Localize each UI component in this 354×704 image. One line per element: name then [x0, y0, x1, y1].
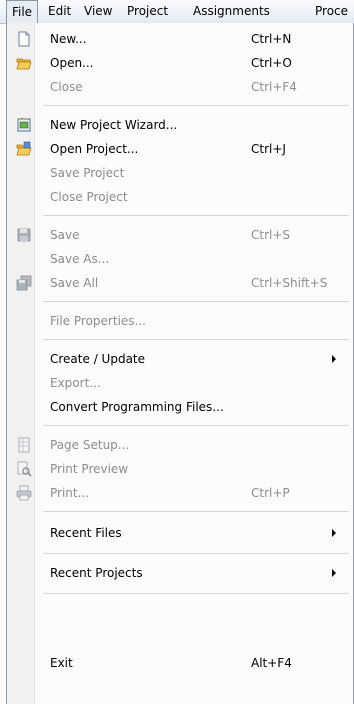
- menu-separator: [43, 215, 349, 216]
- menu-item-label: Save Project: [50, 166, 125, 180]
- menu-item-label: New Project Wizard...: [50, 118, 178, 132]
- new-document-icon: [18, 31, 30, 47]
- menu-item-label: Print...: [50, 486, 90, 500]
- menu-item-shortcut: Ctrl+F4: [251, 80, 297, 94]
- menu-project[interactable]: Project: [127, 0, 168, 23]
- menu-item-create-update[interactable]: Create / Update: [7, 347, 353, 371]
- menu-item-label: File Properties...: [50, 314, 146, 328]
- menu-item-label: Convert Programming Files...: [50, 400, 224, 414]
- submenu-arrow-icon: [332, 529, 336, 537]
- save-all-icon: [16, 275, 32, 291]
- menu-separator: [43, 553, 349, 554]
- menu-item-shortcut: Ctrl+P: [251, 486, 290, 500]
- submenu-arrow-icon: [332, 569, 336, 577]
- menu-item-label: Page Setup...: [50, 438, 130, 452]
- menu-item-label: Export...: [50, 376, 101, 390]
- menu-item-save-as[interactable]: Save As...: [7, 247, 353, 271]
- menu-item-export[interactable]: Export...: [7, 371, 353, 395]
- menu-item-save-project[interactable]: Save Project: [7, 161, 353, 185]
- menu-item-close-project[interactable]: Close Project: [7, 185, 353, 209]
- menu-processing[interactable]: Proce: [315, 0, 348, 23]
- menu-item-shortcut: Ctrl+O: [251, 56, 292, 70]
- menu-item-convert-programming-files[interactable]: Convert Programming Files...: [7, 395, 353, 419]
- menu-item-label: Save: [50, 228, 80, 242]
- menu-item-label: Open Project...: [50, 142, 139, 156]
- menu-item-open-project[interactable]: Open Project... Ctrl+J: [7, 137, 353, 161]
- menu-item-new-project-wizard[interactable]: New Project Wizard...: [7, 113, 353, 137]
- menu-item-label: New...: [50, 32, 87, 46]
- page-setup-icon: [18, 437, 30, 453]
- menu-view[interactable]: View: [84, 0, 112, 23]
- menu-item-new[interactable]: New... Ctrl+N: [7, 27, 353, 51]
- menu-item-print[interactable]: Print... Ctrl+P: [7, 481, 353, 505]
- menu-file[interactable]: File: [6, 0, 38, 23]
- menu-item-label: Save All: [50, 276, 99, 290]
- menu-item-file-properties[interactable]: File Properties...: [7, 309, 353, 333]
- menu-bar: File Edit View Project Assignments Proce: [0, 0, 354, 24]
- menu-separator: [43, 425, 349, 426]
- menu-item-open[interactable]: Open... Ctrl+O: [7, 51, 353, 75]
- menu-separator: [43, 301, 349, 302]
- menu-item-close[interactable]: Close Ctrl+F4: [7, 75, 353, 99]
- menu-item-shortcut: Ctrl+S: [251, 228, 291, 242]
- menu-item-page-setup[interactable]: Page Setup...: [7, 433, 353, 457]
- menu-separator: [43, 511, 349, 512]
- menu-separator: [43, 593, 349, 594]
- menu-item-label: Close: [50, 80, 83, 94]
- menu-item-recent-projects[interactable]: Recent Projects: [7, 561, 353, 585]
- menu-item-label: Print Preview: [50, 462, 129, 476]
- menu-separator: [43, 105, 349, 106]
- menu-item-shortcut: Ctrl+J: [251, 142, 286, 156]
- menu-item-save[interactable]: Save Ctrl+S: [7, 223, 353, 247]
- project-wizard-icon: [17, 117, 31, 132]
- menu-item-exit[interactable]: Exit Alt+F4: [7, 651, 353, 675]
- open-project-icon: [16, 141, 32, 156]
- print-preview-icon: [17, 461, 32, 477]
- menu-edit[interactable]: Edit: [48, 0, 71, 23]
- menu-item-label: Save As...: [50, 252, 110, 266]
- menu-item-label: Recent Files: [50, 526, 122, 540]
- menu-item-recent-files[interactable]: Recent Files: [7, 521, 353, 545]
- menu-item-label: Open...: [50, 56, 94, 70]
- menu-item-print-preview[interactable]: Print Preview: [7, 457, 353, 481]
- menu-item-label: Close Project: [50, 190, 128, 204]
- menu-item-label: Recent Projects: [50, 566, 143, 580]
- save-disk-icon: [17, 228, 31, 242]
- menu-item-label: Create / Update: [50, 352, 146, 366]
- printer-icon: [16, 485, 32, 501]
- open-folder-icon: [16, 58, 32, 70]
- menu-item-label: Exit: [50, 656, 73, 670]
- menu-separator: [43, 339, 349, 340]
- menu-item-shortcut: Ctrl+N: [251, 32, 292, 46]
- menu-item-save-all[interactable]: Save All Ctrl+Shift+S: [7, 271, 353, 295]
- menu-assignments[interactable]: Assignments: [193, 0, 270, 23]
- menu-item-shortcut: Ctrl+Shift+S: [251, 276, 328, 290]
- file-menu-dropdown: New... Ctrl+N Open... Ctrl+O Close Ctrl+…: [6, 23, 354, 704]
- submenu-arrow-icon: [332, 355, 336, 363]
- menu-item-shortcut: Alt+F4: [251, 656, 292, 670]
